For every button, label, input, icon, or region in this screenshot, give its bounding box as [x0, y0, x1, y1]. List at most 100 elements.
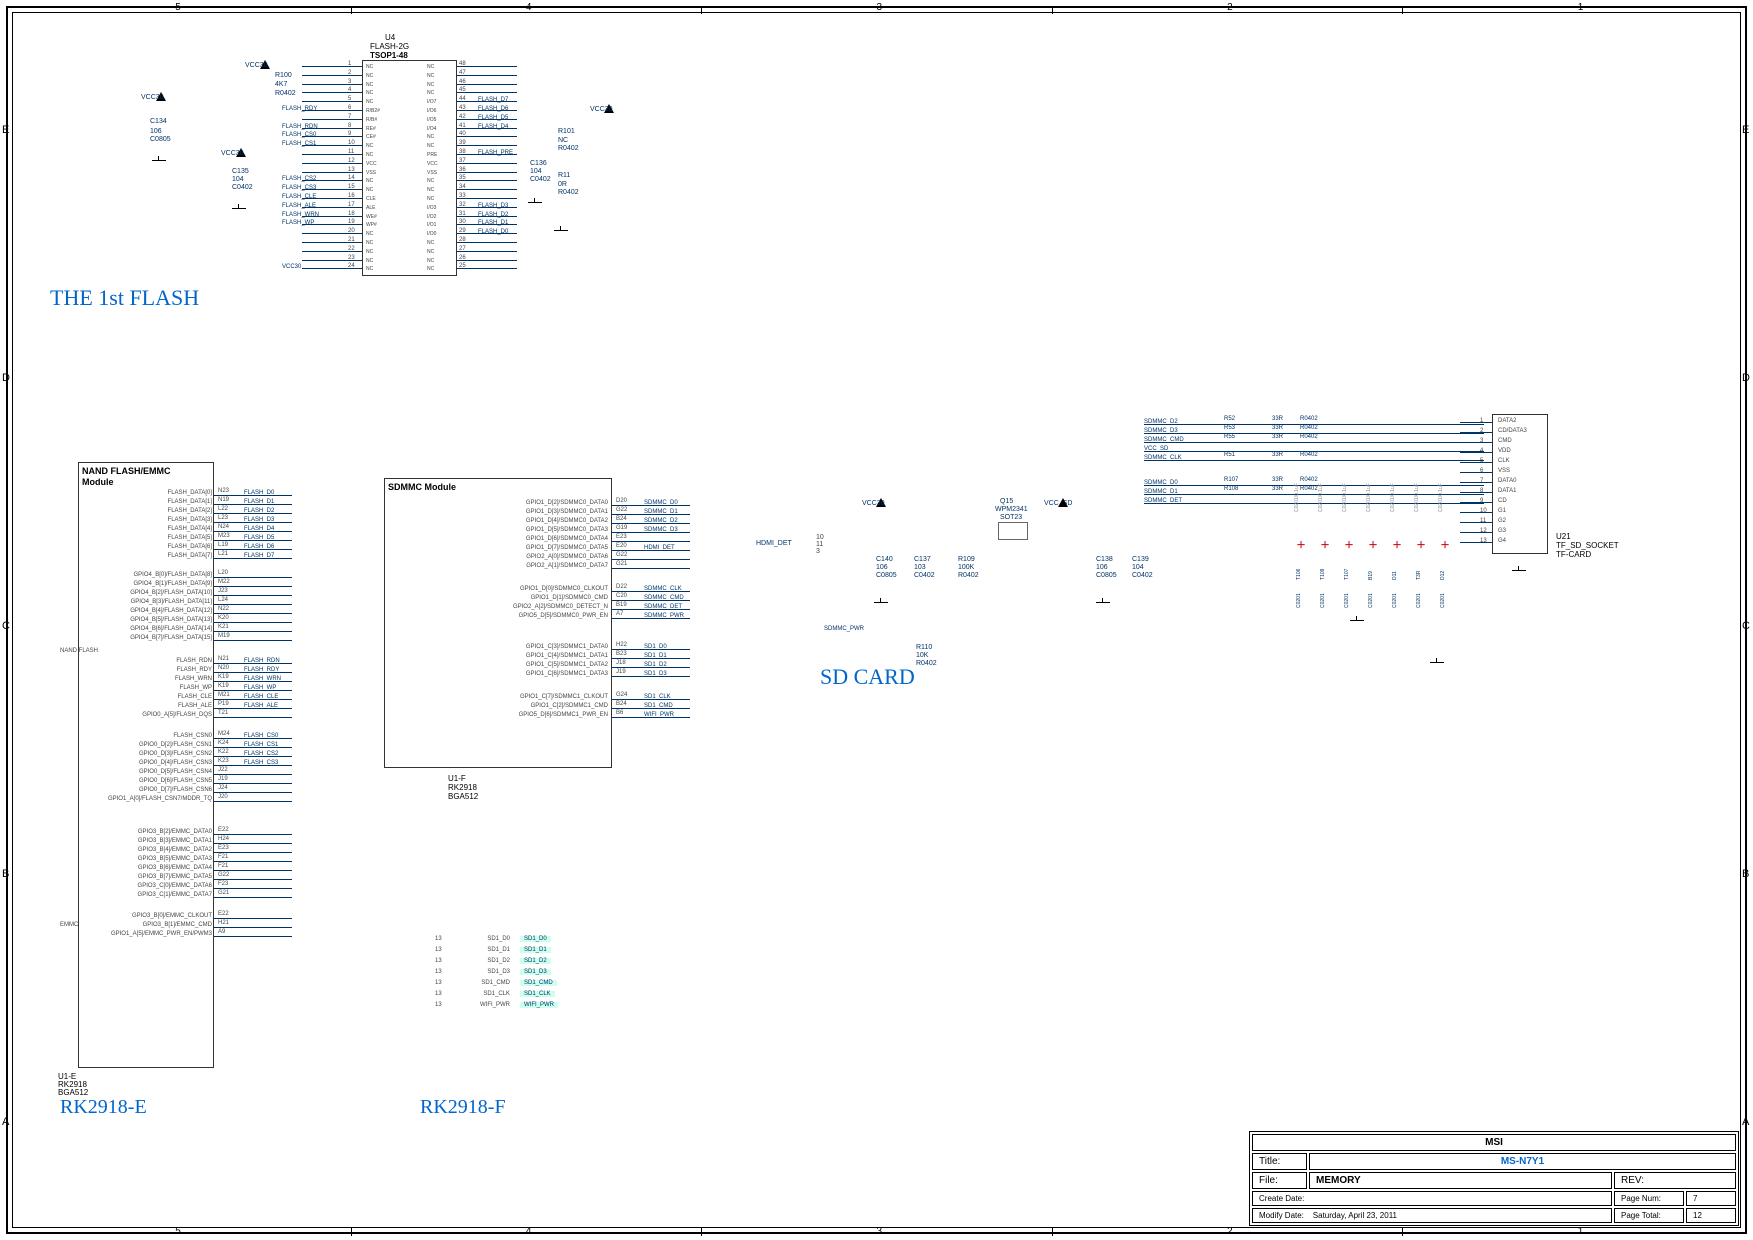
grid-col: 2 [1227, 2, 1233, 13]
r101-val: NC [558, 137, 568, 144]
hdmi-det-label: HDMI_DET [756, 540, 792, 547]
c134-val: 106 [150, 128, 162, 135]
tb-pn: 7 [1686, 1191, 1736, 1206]
u1e-pkg: BGA512 [58, 1088, 88, 1097]
tb-mod-label: Modify Date: [1259, 1211, 1304, 1220]
grid-row: E [2, 124, 9, 136]
grid-row: D [2, 372, 10, 384]
r101-pkg: R0402 [558, 145, 579, 152]
grid-row: E [1742, 124, 1749, 136]
u1e-g1: NAND FLASH [60, 648, 98, 654]
r110-ref: R110 [916, 644, 932, 651]
grid-col: 1 [1578, 2, 1584, 13]
q15-ref: Q15 [1000, 498, 1013, 505]
r100-ref: R100 [275, 72, 292, 79]
q15-part: WPM2341 [995, 506, 1028, 513]
r109-pkg: R0402 [958, 572, 979, 579]
sd-pwr-net: SDMMC_PWR [824, 626, 864, 632]
c135-pkg: C0402 [232, 184, 253, 191]
u21-type: TF-CARD [1556, 550, 1591, 559]
grid-col: 3 [877, 2, 883, 13]
r109-val: 100K [958, 564, 974, 571]
q15-pkg: SOT23 [1000, 514, 1022, 521]
u1f-pkg: BGA512 [448, 792, 478, 801]
gnd-1 [152, 156, 166, 166]
q15-body [998, 522, 1028, 540]
c136-val: 104 [530, 168, 542, 175]
grid-col: 4 [526, 1226, 532, 1237]
grid-row: A [1742, 1116, 1749, 1128]
tb-title-label: Title: [1252, 1153, 1307, 1170]
u21-part: TF_SD_SOCKET [1556, 541, 1619, 550]
gnd-4 [554, 226, 568, 236]
tb-pn-label: Page Num: [1614, 1191, 1684, 1206]
tb-brand: MSI [1252, 1134, 1736, 1151]
section-title-sd: SD CARD [820, 664, 915, 690]
u1f-part: RK2918 [448, 783, 477, 792]
net-vcc30-3: VCC30 [221, 150, 244, 157]
net-vcc30-4: VCC30 [590, 106, 613, 113]
r110-pkg: R0402 [916, 660, 937, 667]
u1f-hdr: SDMMC Module [388, 482, 456, 492]
r110-val: 10K [916, 652, 928, 659]
c136-ref: C136 [530, 160, 547, 167]
grid-row: B [1742, 868, 1749, 880]
gnd-sd2 [1096, 598, 1110, 608]
r11-val: 0R [558, 181, 567, 188]
grid-col: 2 [1227, 1226, 1233, 1237]
title-rk-f: RK2918-F [420, 1096, 506, 1119]
tb-file-label: File: [1252, 1172, 1307, 1189]
tb-title: MS-N7Y1 [1309, 1153, 1736, 1170]
gnd-sd1 [874, 598, 888, 608]
grid-row: A [2, 1116, 9, 1128]
u1e-hdr1: NAND FLASH/EMMC [82, 466, 171, 476]
grid-row: C [1742, 620, 1750, 632]
gnd-3 [528, 198, 542, 208]
c135-ref: C135 [232, 168, 249, 175]
u4-ref: U4 [385, 33, 395, 42]
r100-pkg: R0402 [275, 90, 296, 97]
net-vcc30-2: VCC30 [141, 94, 164, 101]
grid-col: 5 [175, 2, 181, 13]
u1e-hdr2: Module [82, 477, 114, 487]
grid-row: C [2, 620, 10, 632]
r109-ref: R109 [958, 556, 975, 563]
grid-col: 4 [526, 2, 532, 13]
inner-frame [12, 12, 1741, 1228]
c134-ref: C134 [150, 118, 167, 125]
grid-col: 3 [877, 1226, 883, 1237]
vcc-arrow-sd2 [1058, 498, 1068, 507]
u1e-g2: EMMC [60, 922, 78, 928]
gnd-pd [1350, 616, 1364, 626]
grid-col: 1 [1578, 1226, 1584, 1237]
grid-col: 5 [175, 1226, 181, 1237]
tb-pt-label: Page Total: [1614, 1208, 1684, 1223]
r100-val: 4K7 [275, 81, 287, 88]
r11-pkg: R0402 [558, 189, 579, 196]
section-title-flash: THE 1st FLASH [50, 285, 199, 311]
sd-vccin: VCC30 [862, 500, 885, 507]
gnd-2 [232, 204, 246, 214]
grid-row: D [1742, 372, 1750, 384]
u1f-ref: U1-F [448, 774, 466, 783]
tb-mod: Saturday, April 23, 2011 [1313, 1211, 1397, 1220]
tb-pt: 12 [1686, 1208, 1736, 1223]
tb-create-label: Create Date: [1252, 1191, 1612, 1206]
u21-ref: U21 [1556, 532, 1571, 541]
grid-row: B [2, 868, 9, 880]
c136-pkg: C0402 [530, 176, 551, 183]
r11-ref: R11 [558, 172, 570, 179]
tb-file: MEMORY [1309, 1172, 1612, 1189]
chip-u4 [362, 60, 457, 276]
title-rk-e: RK2918-E [60, 1096, 147, 1119]
tb-rev-label: REV: [1614, 1172, 1736, 1189]
u4-part: FLASH-2G [370, 42, 409, 51]
c134-pkg: C0805 [150, 136, 171, 143]
r101-ref: R101 [558, 128, 575, 135]
gnd-u21-2 [1430, 658, 1444, 668]
title-block: MSI Title: MS-N7Y1 File: MEMORY REV: Cre… [1249, 1131, 1739, 1226]
c135-val: 104 [232, 176, 244, 183]
gnd-u21 [1512, 566, 1526, 576]
net-vcc30-1: VCC30 [245, 62, 268, 69]
u4-pkg: TSOP1-48 [370, 51, 408, 60]
